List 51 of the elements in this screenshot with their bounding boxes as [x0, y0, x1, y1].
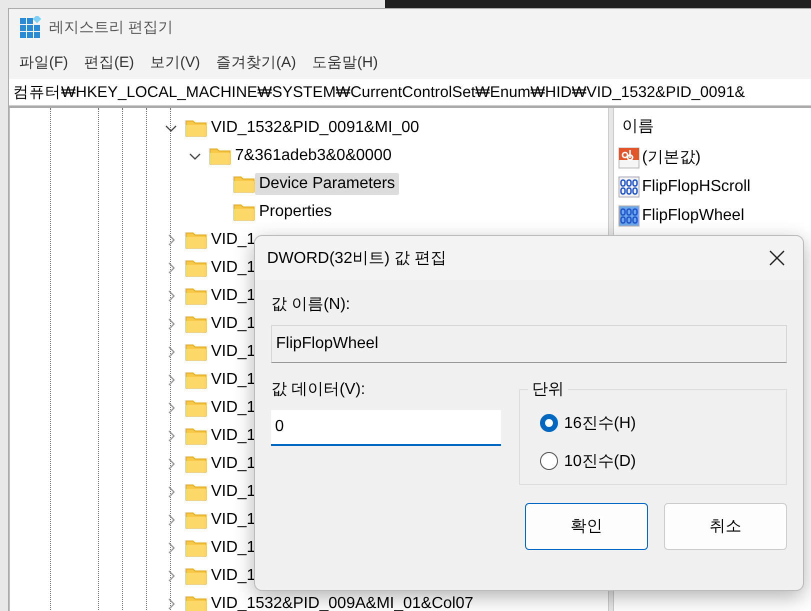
folder-icon — [209, 147, 231, 165]
group-label: 단위 — [531, 380, 565, 400]
folder-icon — [185, 287, 207, 305]
folder-icon — [185, 427, 207, 445]
radio-button[interactable] — [540, 414, 558, 432]
folder-icon — [185, 539, 207, 557]
tree-item[interactable]: VID_1532&PID_0091&MI_00 — [207, 117, 424, 139]
value-name[interactable]: FlipFlopWheel — [642, 206, 744, 224]
cancel-button[interactable]: 취소 — [664, 503, 787, 550]
dialog-title: DWORD(32비트) 값 편집 — [267, 248, 447, 268]
folder-icon — [185, 567, 207, 585]
folder-icon — [185, 511, 207, 529]
tree-item[interactable]: Device Parameters — [255, 173, 400, 195]
window-title: 레지스트리 편집기 — [49, 18, 174, 36]
value-name[interactable]: FlipFlopHScroll — [642, 178, 750, 196]
tree-item[interactable]: Properties — [255, 201, 336, 223]
binary-value-icon — [618, 176, 640, 198]
folder-icon — [233, 203, 255, 221]
string-value-icon — [618, 146, 640, 168]
address-bar[interactable]: 컴퓨터₩HKEY_LOCAL_MACHINE₩SYSTEM₩CurrentControlSet₩Enum₩HID₩VID_1532&PID_0091& — [9, 79, 811, 106]
folder-icon — [185, 259, 207, 277]
tree-item[interactable]: 7&361adeb3&0&0000 — [231, 145, 396, 167]
registry-editor-icon — [19, 16, 41, 38]
binary-value-icon — [618, 204, 640, 226]
menu-item[interactable]: 도움말(H) — [306, 48, 384, 76]
tree-item[interactable]: VID_1532&PID_009A&MI_01&Col07 — [207, 593, 478, 611]
menu-item[interactable]: 편집(E) — [78, 48, 140, 76]
folder-icon — [185, 371, 207, 389]
field-label: 값 데이터(V): — [271, 380, 366, 400]
radio-label: 10진수(D) — [564, 452, 636, 472]
ok-button[interactable]: 확인 — [525, 503, 648, 550]
menu-item[interactable]: 보기(V) — [144, 48, 206, 76]
folder-icon — [185, 455, 207, 473]
menu-item[interactable]: 즐겨찾기(A) — [210, 48, 302, 76]
folder-icon — [233, 175, 255, 193]
folder-icon — [185, 231, 207, 249]
value-name[interactable]: (기본값) — [642, 147, 701, 168]
folder-icon — [185, 315, 207, 333]
value-name-field[interactable]: FlipFlopWheel — [271, 325, 787, 363]
folder-icon — [185, 595, 207, 611]
field-label: 값 이름(N): — [271, 295, 352, 315]
folder-icon — [185, 119, 207, 137]
close-icon — [769, 250, 785, 266]
column-header[interactable]: 이름 — [618, 112, 807, 143]
folder-icon — [185, 483, 207, 501]
value-data-input[interactable]: 0 — [271, 410, 501, 446]
folder-icon — [185, 343, 207, 361]
menu-item[interactable]: 파일(F) — [13, 48, 74, 76]
folder-icon — [185, 399, 207, 417]
radio-label: 16진수(H) — [564, 414, 636, 434]
radio-button[interactable] — [540, 452, 558, 470]
